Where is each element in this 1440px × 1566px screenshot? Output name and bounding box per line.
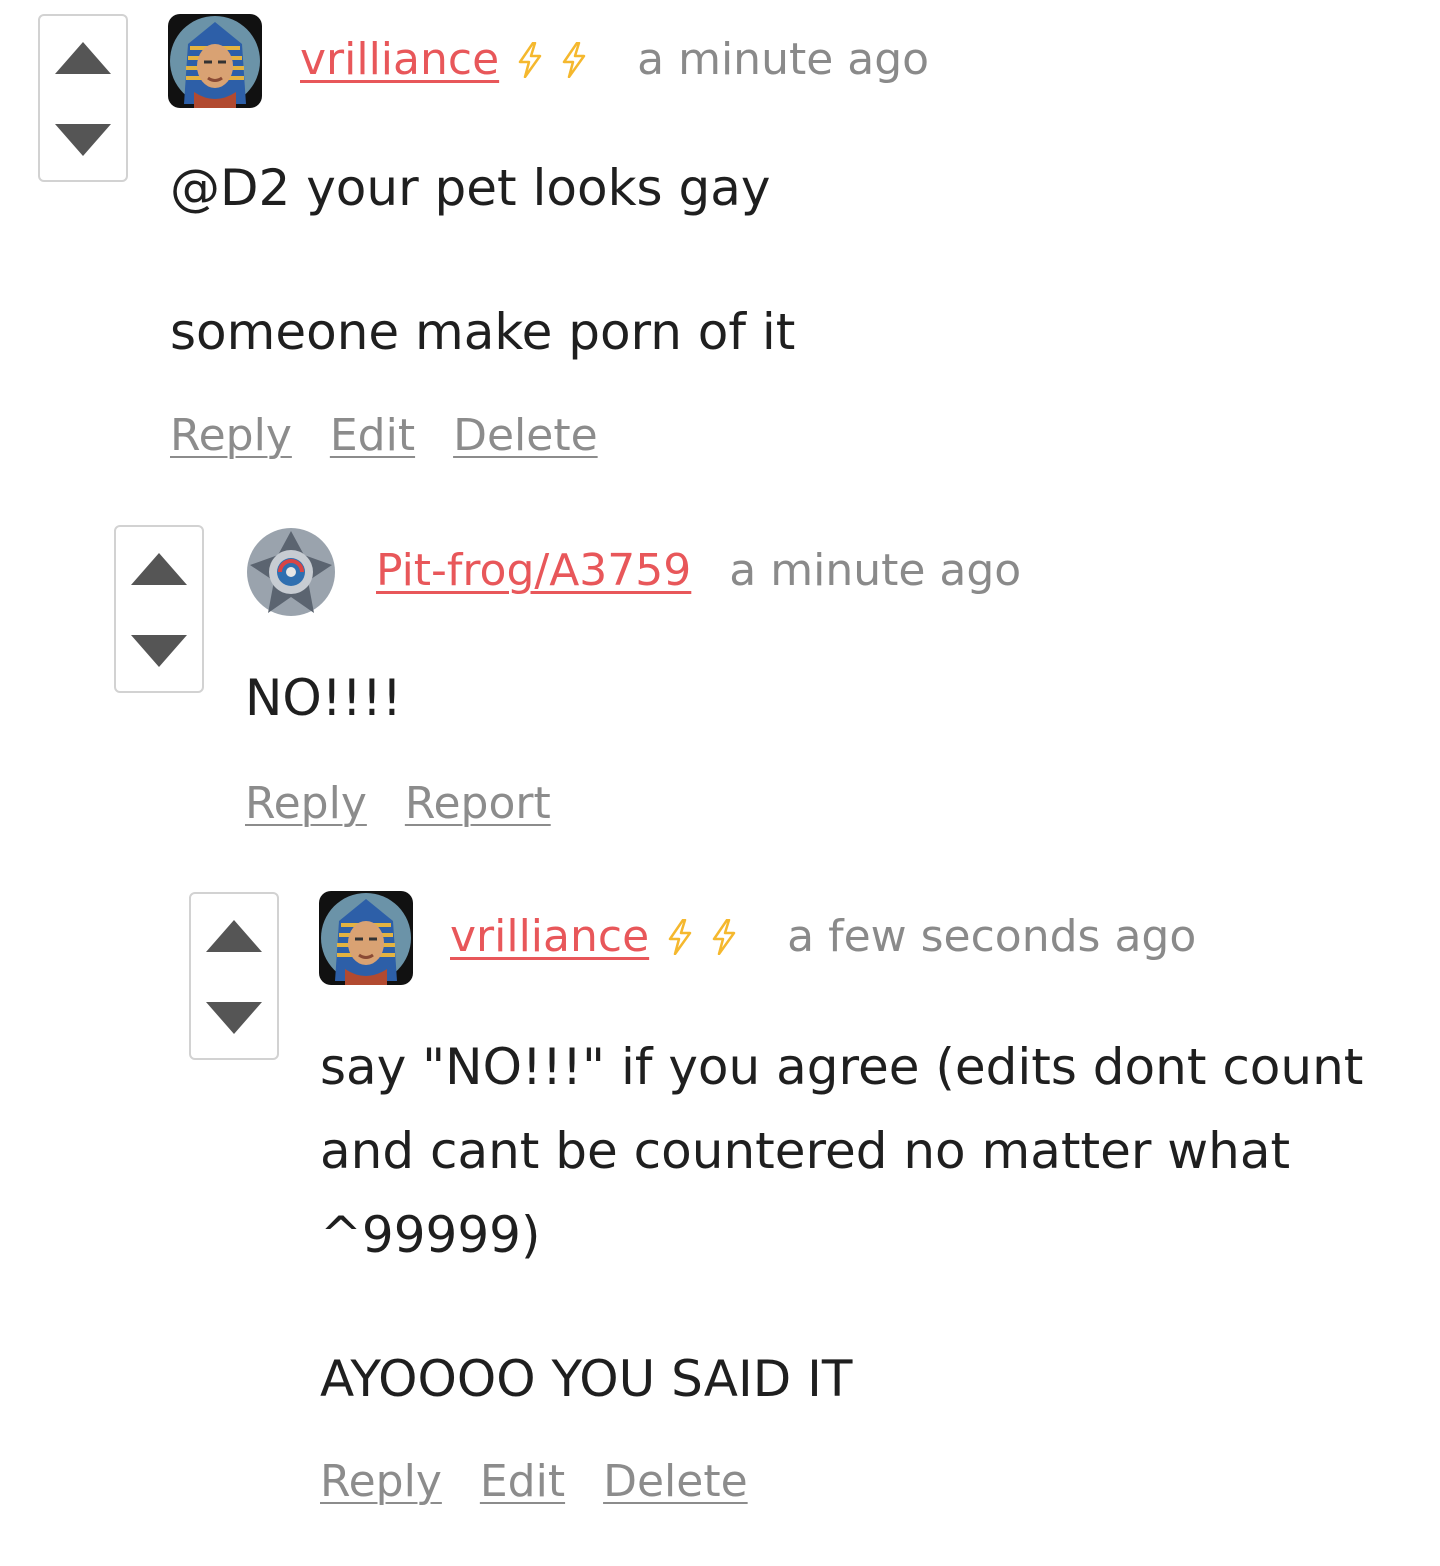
upvote-arrow-icon[interactable]	[55, 42, 111, 74]
comment-body: @D2 your pet looks gay someone make porn…	[170, 146, 1370, 374]
comment-paragraph: AYOOOO YOU SAID IT	[320, 1350, 853, 1408]
upvote-arrow-icon[interactable]	[131, 553, 187, 585]
downvote-arrow-icon[interactable]	[131, 635, 187, 667]
reply-link[interactable]: Reply	[320, 1456, 442, 1507]
badges	[649, 911, 749, 962]
reply-link[interactable]: Reply	[245, 778, 367, 829]
delete-link[interactable]: Delete	[603, 1456, 748, 1507]
badges	[499, 34, 599, 85]
vote-box	[189, 892, 279, 1060]
comment-actions: Reply Edit Delete	[320, 1456, 786, 1507]
timestamp: a minute ago	[637, 34, 930, 85]
delete-link[interactable]: Delete	[453, 410, 598, 461]
username-link[interactable]: Pit-frog/A3759	[376, 545, 691, 596]
lightning-bolt-icon	[668, 919, 692, 955]
lightning-bolt-icon	[518, 42, 542, 78]
edit-link[interactable]: Edit	[330, 410, 415, 461]
lightning-bolt-icon	[562, 42, 586, 78]
edit-link[interactable]: Edit	[480, 1456, 565, 1507]
comment-paragraph: NO!!!!	[245, 669, 402, 727]
comment-body: NO!!!!	[245, 656, 1395, 740]
username-link[interactable]: vrilliance	[450, 911, 649, 962]
vote-box	[114, 525, 204, 693]
comment-actions: Reply Edit Delete	[170, 410, 636, 461]
downvote-arrow-icon[interactable]	[206, 1002, 262, 1034]
comment-body: say "NO!!!" if you agree (edits dont cou…	[320, 1025, 1410, 1421]
timestamp: a few seconds ago	[787, 911, 1197, 962]
timestamp: a minute ago	[729, 545, 1022, 596]
lightning-bolt-icon	[712, 919, 736, 955]
upvote-arrow-icon[interactable]	[206, 920, 262, 952]
downvote-arrow-icon[interactable]	[55, 124, 111, 156]
reply-link[interactable]: Reply	[170, 410, 292, 461]
avatar[interactable]	[244, 525, 338, 619]
avatar[interactable]	[319, 891, 413, 985]
vote-box	[38, 14, 128, 182]
report-link[interactable]: Report	[405, 778, 551, 829]
avatar[interactable]	[168, 14, 262, 108]
comment-actions: Reply Report	[245, 778, 589, 829]
comment-paragraph: @D2 your pet looks gay	[170, 159, 771, 217]
comment-paragraph: someone make porn of it	[170, 303, 796, 361]
username-link[interactable]: vrilliance	[300, 34, 499, 85]
comment-paragraph: say "NO!!!" if you agree (edits dont cou…	[320, 1038, 1364, 1264]
